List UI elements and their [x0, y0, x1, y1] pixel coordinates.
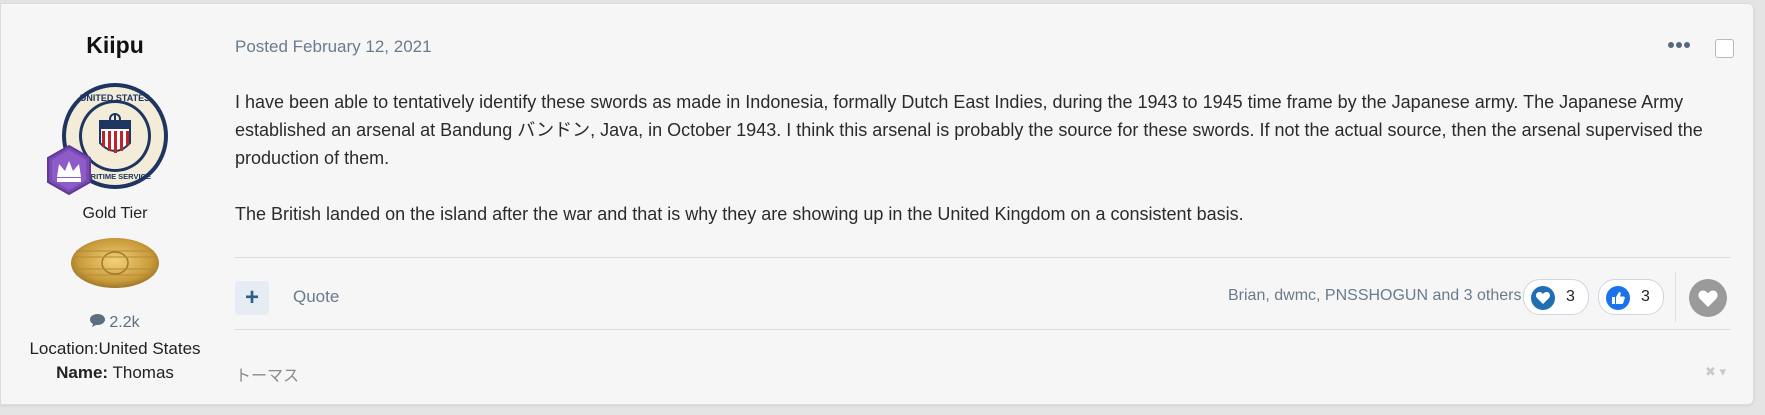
multiquote-button[interactable]: +	[235, 281, 269, 315]
post-paragraph: The British landed on the island after t…	[235, 204, 1244, 224]
reactors-list[interactable]: Brian, dwmc, PNSSHOGUN and 3 others	[1228, 287, 1521, 305]
react-button[interactable]	[1689, 279, 1727, 317]
post-date[interactable]: Posted February 12, 2021	[235, 37, 432, 57]
signature-options-icon[interactable]: ✖ ▾	[1705, 364, 1726, 380]
name-label: Name:	[56, 363, 109, 382]
quote-button[interactable]: Quote	[293, 287, 339, 307]
signature-divider	[235, 329, 1731, 330]
post-content: I have been able to tentatively identify…	[235, 88, 1715, 256]
reaction-heart[interactable]: 3	[1523, 279, 1589, 315]
thumbs-up-reaction-count: 3	[1641, 288, 1650, 305]
user-signature: トーマス	[235, 368, 300, 385]
post-select-checkbox[interactable]	[1715, 39, 1734, 58]
post-count-value: 2.2k	[109, 314, 140, 331]
name-value: Thomas	[112, 363, 174, 382]
heart-reaction-icon	[1531, 286, 1555, 310]
post-paragraph: I have been able to tentatively identify…	[235, 92, 1703, 168]
reaction-thumbs-up[interactable]: 3	[1598, 279, 1664, 315]
author-real-name: Name: Thomas	[1, 363, 229, 383]
member-tier: Gold Tier	[82, 205, 148, 222]
reaction-separator	[1675, 272, 1676, 322]
heart-icon	[1698, 290, 1718, 307]
comment-icon	[90, 314, 106, 332]
author-name[interactable]: Kiipu	[1, 32, 229, 59]
post-count[interactable]: 2.2k	[1, 314, 229, 332]
post-card: Kiipu UNITED STATES MARITIME SERVICE Gol…	[0, 3, 1754, 405]
avatar-text-top: UNITED STATES	[80, 93, 150, 103]
more-options-icon[interactable]	[1667, 37, 1691, 53]
content-divider	[235, 257, 1731, 258]
author-panel: Kiipu UNITED STATES MARITIME SERVICE Gol…	[1, 4, 229, 404]
gold-coin-badge	[70, 237, 160, 289]
author-location: Location:United States	[29, 339, 201, 358]
heart-reaction-count: 3	[1566, 288, 1575, 305]
thumbs-up-reaction-icon	[1606, 286, 1630, 310]
rank-badge-icon	[44, 144, 94, 196]
